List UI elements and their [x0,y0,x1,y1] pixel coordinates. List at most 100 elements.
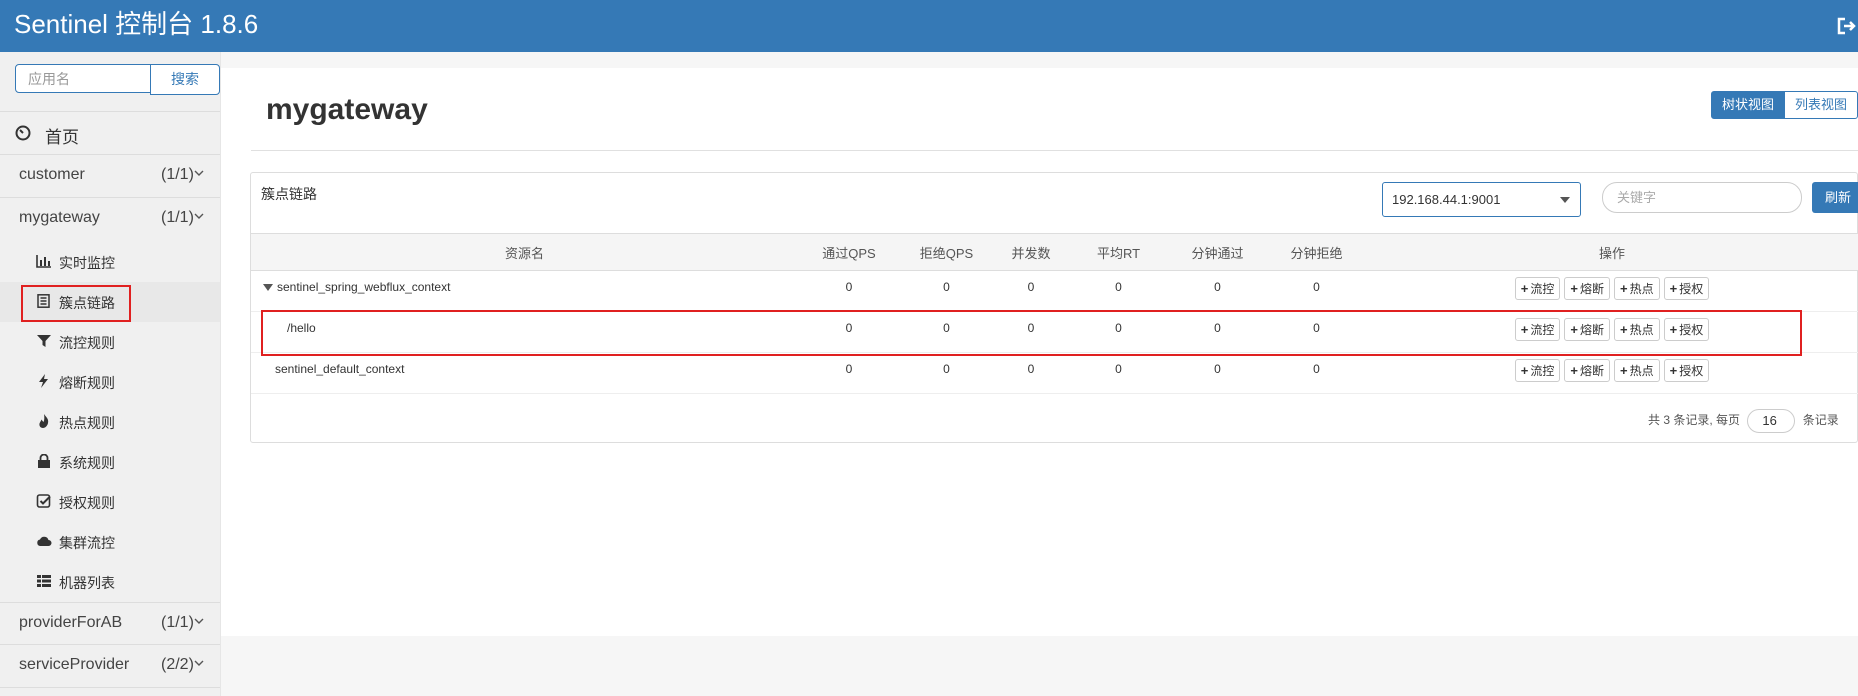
refresh-button[interactable]: 刷新 [1812,182,1858,213]
threads-cell: 0 [993,352,1069,394]
avg-rt-cell: 0 [1069,352,1168,394]
sidebar-item-label: 实时监控 [59,255,115,271]
sidebar-app-customer[interactable]: customer (1/1) [0,155,220,198]
sidebar-item-hot-param-rules[interactable]: 热点规则 [0,402,220,442]
page-title: mygateway [266,93,428,126]
table-header-row: 资源名 通过QPS 拒绝QPS 并发数 平均RT 分钟通过 分钟拒绝 操作 [251,233,1858,271]
pagination: 共 3 条记录, 每页 16 条记录 [1648,409,1839,433]
add-flow-rule-button[interactable]: + 流控 [1514,277,1561,300]
column-header: 通过QPS [798,233,900,271]
column-header: 分钟拒绝 [1267,233,1366,271]
table-row: sentinel_spring_webflux_context 0 0 0 0 … [251,270,1858,312]
avg-rt-cell: 0 [1069,270,1168,312]
chevron-down-icon [194,618,204,624]
minute-pass-cell: 0 [1168,270,1267,312]
app-machine-count: (1/1) [161,209,194,226]
caret-down-icon [1560,197,1570,203]
sidebar-app-providerforab[interactable]: providerForAB (1/1) [0,602,220,645]
block-qps-cell: 0 [900,270,993,312]
column-header: 并发数 [993,233,1069,271]
annotation-highlight-box [261,310,1802,356]
list-view-button[interactable]: 列表视图 [1784,91,1858,119]
divider [251,150,1858,151]
search-button[interactable]: 搜索 [150,64,220,95]
sidebar-item-cluster-flow[interactable]: 集群流控 [0,522,220,562]
add-auth-rule-button[interactable]: + 授权 [1663,277,1710,300]
sidebar-item-label: 集群流控 [59,535,115,551]
sidebar-item-label: 机器列表 [59,575,115,591]
sidebar-item-flow-rules[interactable]: 流控规则 [0,322,220,362]
sidebar-item-label: 系统规则 [59,455,115,471]
app-search: 应用名 搜索 [15,64,220,95]
column-header: 平均RT [1069,233,1168,271]
sidebar-item-label: 首页 [45,128,79,147]
bar-chart-icon [36,255,51,268]
annotation-highlight-box [21,285,131,322]
sidebar-item-auth-rules[interactable]: 授权规则 [0,482,220,522]
fire-icon [39,414,49,428]
chevron-down-icon [194,213,204,219]
resource-name: sentinel_default_context [275,362,405,376]
minute-block-cell: 0 [1267,270,1366,312]
keyword-input[interactable]: 关键字 [1602,182,1802,213]
check-square-icon [36,494,51,508]
tree-view-button[interactable]: 树状视图 [1711,91,1785,119]
sidebar-item-machine-list[interactable]: 机器列表 [0,562,220,602]
threads-cell: 0 [993,270,1069,312]
chevron-down-icon [194,170,204,176]
sidebar-app-mygateway[interactable]: mygateway (1/1) [0,198,220,241]
pass-qps-cell: 0 [798,352,900,394]
machine-select[interactable]: 192.168.44.1:9001 [1382,182,1581,217]
sidebar-item-label: 流控规则 [59,335,115,351]
app-title: Sentinel 控制台 1.8.6 [14,9,259,39]
add-auth-rule-button[interactable]: + 授权 [1663,359,1710,382]
sidebar: 应用名 搜索 首页 customer (1/1) mygateway (1/1)… [0,52,221,696]
sidebar-item-label: 热点规则 [59,415,115,431]
app-search-input[interactable]: 应用名 [15,64,151,93]
lock-icon [38,454,50,468]
sidebar-item-home[interactable]: 首页 [0,111,220,155]
app-name: mygateway [19,209,100,226]
panel-title: 簇点链路 [261,186,317,202]
actions-cell: + 流控 + 熔断 + 热点 + 授权 [1366,270,1858,312]
pager-total-text: 共 3 条记录, 每页 [1648,413,1741,428]
add-hot-param-rule-button[interactable]: + 热点 [1614,277,1660,300]
dashboard-icon [15,125,31,141]
app-machine-count: (1/1) [161,166,194,183]
column-header: 操作 [1366,233,1858,271]
cloud-icon [37,536,52,546]
filter-icon [37,335,51,347]
resource-name: sentinel_spring_webflux_context [277,280,451,294]
resource-name-cell: sentinel_spring_webflux_context [251,270,798,312]
resource-panel: 簇点链路 192.168.44.1:9001 关键字 刷新 资源名 通过QPS … [250,172,1858,443]
sidebar-item-degrade-rules[interactable]: 熔断规则 [0,362,220,402]
collapse-triangle-icon[interactable] [263,284,273,292]
sidebar-item-label: 授权规则 [59,495,115,511]
column-header: 分钟通过 [1168,233,1267,271]
table-row: sentinel_default_context 0 0 0 0 0 0 + 流控… [251,352,1858,394]
app-machine-count: (1/1) [161,614,194,631]
add-degrade-rule-button[interactable]: + 熔断 [1564,277,1610,300]
app-name: providerForAB [19,614,123,631]
app-name: customer [19,166,85,183]
page-size-input[interactable]: 16 [1747,409,1796,433]
add-hot-param-rule-button[interactable]: + 热点 [1614,359,1660,382]
machine-select-value: 192.168.44.1:9001 [1392,192,1501,207]
sidebar-item-system-rules[interactable]: 系统规则 [0,442,220,482]
add-degrade-rule-button[interactable]: + 熔断 [1564,359,1610,382]
app-name: serviceProvider [19,656,130,673]
pass-qps-cell: 0 [798,270,900,312]
add-flow-rule-button[interactable]: + 流控 [1514,359,1561,382]
actions-cell: + 流控 + 熔断 + 热点 + 授权 [1366,352,1858,394]
bolt-icon [39,374,48,388]
th-list-icon [37,575,51,587]
top-navbar: Sentinel 控制台 1.8.6 [0,0,1858,52]
pager-suffix-text: 条记录 [1802,413,1839,428]
app-machine-count: (2/2) [161,656,194,673]
sidebar-item-realtime-monitor[interactable]: 实时监控 [0,242,220,282]
minute-pass-cell: 0 [1168,352,1267,394]
logout-icon[interactable] [1836,16,1858,36]
resource-name-cell: sentinel_default_context [251,352,798,394]
sidebar-app-serviceprovider[interactable]: serviceProvider (2/2) [0,645,220,688]
chevron-down-icon [194,660,204,666]
